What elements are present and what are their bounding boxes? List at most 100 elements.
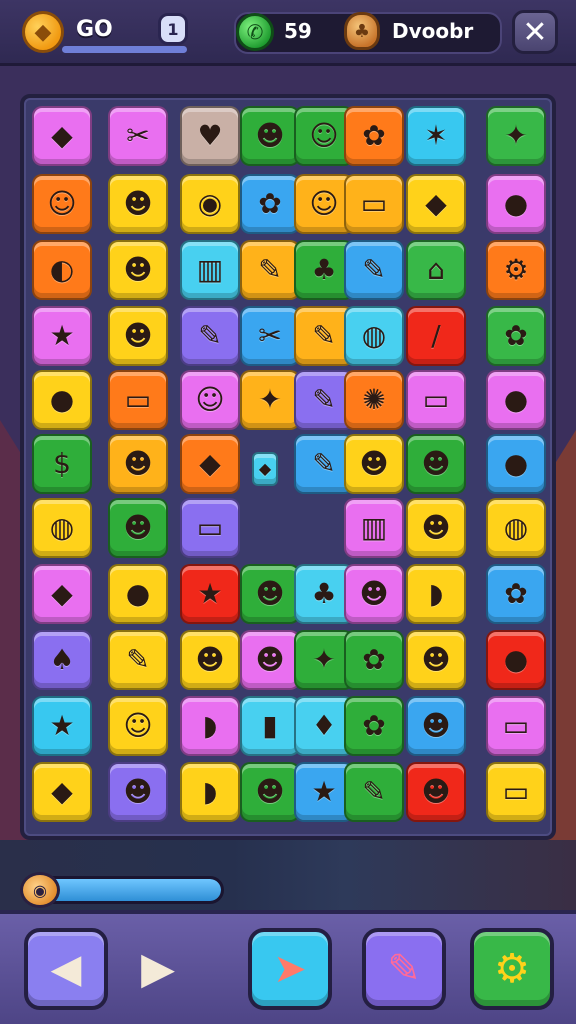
tile-bear[interactable]: ☻	[240, 564, 300, 624]
tile-temple[interactable]: ▥	[344, 498, 404, 558]
tile-battery[interactable]: ▭	[108, 370, 168, 430]
tile-tomato[interactable]: ●	[108, 564, 168, 624]
tile-fox[interactable]: ☻	[180, 630, 240, 690]
tile-blue-candy[interactable]: ◍	[486, 498, 546, 558]
tomato-icon: ●	[125, 577, 151, 610]
dog-icon: ☻	[123, 187, 153, 220]
tile-dog-face[interactable]: ☻	[108, 434, 168, 494]
tile-purse[interactable]: ◉	[180, 174, 240, 234]
tile-green-leaf[interactable]: ◆	[32, 564, 92, 624]
play-button[interactable]: ▶	[130, 940, 186, 996]
tile-red-pencil[interactable]: /	[406, 306, 466, 366]
tile-crown[interactable]: ✶	[406, 106, 466, 166]
tile-boy-face[interactable]: ☺	[108, 696, 168, 756]
tile-dog[interactable]: ☻	[108, 174, 168, 234]
tile-orange-box[interactable]: ▭	[486, 762, 546, 822]
tile-dolphin[interactable]: ◐	[32, 240, 92, 300]
marker-icon: ✎	[312, 319, 336, 352]
tile-green-star[interactable]: ★	[32, 306, 92, 366]
dolphin-icon: ◐	[49, 253, 75, 286]
bag-icon[interactable]: ♣	[344, 12, 380, 50]
tile-ball[interactable]: ◍	[344, 306, 404, 366]
tile-money-bag[interactable]: $	[32, 434, 92, 494]
level-badge[interactable]: 1	[158, 13, 188, 45]
tile-green-leaf[interactable]: ◆	[32, 106, 92, 166]
cloth-icon: ◆	[425, 187, 447, 220]
tile-shell[interactable]: ✿	[344, 630, 404, 690]
tile-yellow-star[interactable]: ★	[180, 564, 240, 624]
tile-blue-cat[interactable]: ☻	[344, 434, 404, 494]
tile-boat[interactable]: ◗	[180, 762, 240, 822]
tile-house[interactable]: ⌂	[406, 240, 466, 300]
send-button[interactable]: ➤	[248, 928, 332, 1010]
tile-crayon[interactable]: ✎	[108, 630, 168, 690]
close-button[interactable]: ✕	[512, 10, 558, 54]
phone-icon[interactable]: ✆	[236, 13, 274, 51]
tile-seed[interactable]: ◆	[32, 762, 92, 822]
tile-pumpkin[interactable]: ●	[486, 630, 546, 690]
tile-man-face[interactable]: ☺	[180, 370, 240, 430]
tile-cloud-tree[interactable]: ✿	[486, 564, 546, 624]
tile-orange-mask[interactable]: ☺	[32, 174, 92, 234]
tile-orange-creature[interactable]: ☻	[240, 106, 300, 166]
tile-bottle[interactable]: ▮	[240, 696, 300, 756]
tile-scissors[interactable]: ✂	[240, 306, 300, 366]
tile-rattle[interactable]: ◍	[32, 498, 92, 558]
tile-leaf[interactable]: ✿	[344, 106, 404, 166]
tile-bear-face[interactable]: ☻	[108, 762, 168, 822]
pear-icon: ♣	[311, 577, 337, 610]
tile-yellow-cat[interactable]: ☻	[406, 696, 466, 756]
tile-hamster[interactable]: ☻	[240, 762, 300, 822]
tile-pumpkin[interactable]: ●	[32, 370, 92, 430]
tile-yellow-flower[interactable]: ✿	[486, 306, 546, 366]
blue-eraser-icon: ▭	[422, 383, 450, 416]
tile-tractor[interactable]: ⚙	[486, 240, 546, 300]
tile-white-cat[interactable]: ☻	[406, 498, 466, 558]
tile-red-face[interactable]: ☻	[108, 240, 168, 300]
tile-brush[interactable]: ✎	[180, 306, 240, 366]
tile-raccoon[interactable]: ☻	[108, 306, 168, 366]
tile-green-leaf[interactable]: ◆	[180, 434, 240, 494]
tile-jar[interactable]: ▥	[180, 240, 240, 300]
tile-bucket[interactable]: ◗	[406, 564, 466, 624]
orange-fruit-icon: ●	[503, 447, 529, 480]
tile-orange-star[interactable]: ★	[32, 696, 92, 756]
tile-pencil[interactable]: ✎	[344, 762, 404, 822]
tile-orange-cat[interactable]: ☻	[406, 434, 466, 494]
tile-cup[interactable]: ▭	[486, 696, 546, 756]
tile-clip[interactable]: ✂	[108, 106, 168, 166]
tile-paddle[interactable]: ♠	[32, 630, 92, 690]
tile-lemon[interactable]: ●	[486, 370, 546, 430]
tile-cat-face[interactable]: ☻	[108, 498, 168, 558]
tile-orange[interactable]: ●	[486, 174, 546, 234]
money-bag-icon: $	[53, 447, 71, 480]
tile-heart[interactable]: ♥	[180, 106, 240, 166]
orange-mask-icon: ☺	[47, 187, 77, 220]
tile-cloth[interactable]: ◆	[406, 174, 466, 234]
puzzle-button[interactable]: ✎	[362, 928, 446, 1010]
tile-pencil[interactable]: ✎	[344, 240, 404, 300]
tile-orange-fruit[interactable]: ●	[486, 434, 546, 494]
tile-blue-eraser[interactable]: ▭	[406, 370, 466, 430]
tile-pig-face[interactable]: ☻	[406, 630, 466, 690]
coin-icon[interactable]: ◆	[22, 11, 64, 53]
tile-eraser[interactable]: ▭	[180, 498, 240, 558]
tile-sun-gear[interactable]: ✺	[344, 370, 404, 430]
tile-small[interactable]: ◆	[252, 452, 278, 486]
blue-candy-icon: ◍	[503, 511, 529, 544]
tractor-icon: ⚙	[503, 253, 529, 286]
settings-button[interactable]: ⚙	[470, 928, 554, 1010]
tile-white-cat[interactable]: ☻	[406, 762, 466, 822]
tile-goat[interactable]: ☻	[240, 630, 300, 690]
tile-bucket[interactable]: ◗	[180, 696, 240, 756]
tile-flower[interactable]: ✦	[486, 106, 546, 166]
bucket-icon: ◗	[202, 709, 218, 742]
tile-orange-cat[interactable]: ☻	[344, 564, 404, 624]
tile-star-shell[interactable]: ✿	[344, 696, 404, 756]
tile-crayon[interactable]: ✎	[240, 240, 300, 300]
tile-green-bird[interactable]: ✦	[240, 370, 300, 430]
tile-eraser[interactable]: ▭	[344, 174, 404, 234]
back-button[interactable]: ◀	[24, 928, 108, 1010]
stat-name: Dvoobr	[392, 19, 474, 43]
tile-pink-creature[interactable]: ✿	[240, 174, 300, 234]
